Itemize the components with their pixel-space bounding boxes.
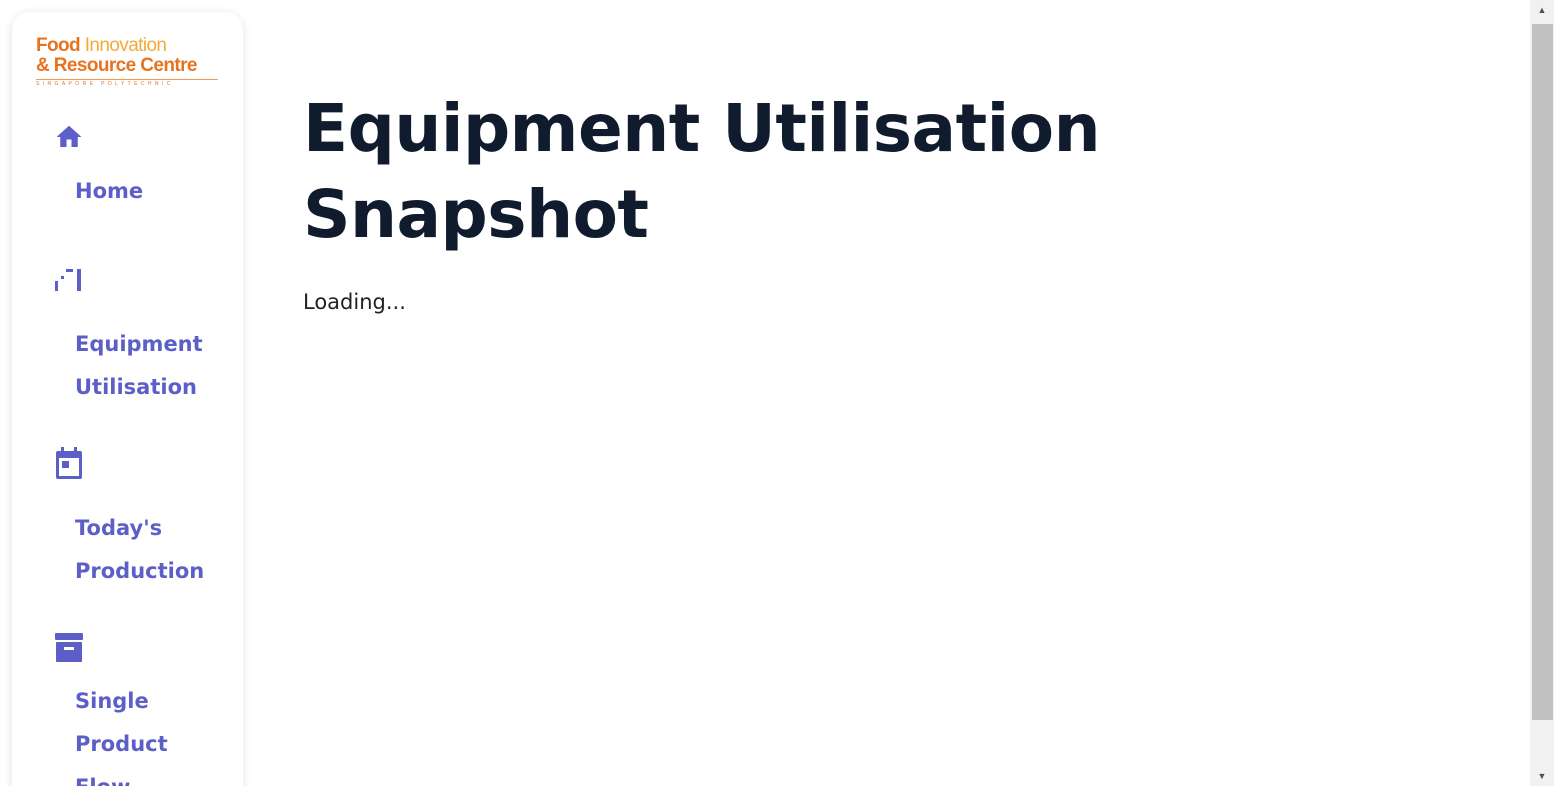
logo-word-food: Food [36,35,81,56]
sidebar-item-label: Today's Production [75,516,205,583]
sidebar-item-label: Single Product Flow [75,689,168,786]
scroll-down-arrow-icon[interactable]: ▼ [1530,766,1554,786]
sidebar-item-label: Equipment Utilisation [75,332,203,399]
logo-word-innovation: Innovation [84,35,167,56]
logo-line-2: & Resource Centre [36,55,197,76]
loading-status: Loading... [303,290,406,314]
archive-icon [54,632,84,662]
sidebar-item-single-product-flow[interactable]: Single Product Flow [12,632,243,786]
sidebar-item-home[interactable]: Home [12,122,243,217]
scrollbar-thumb[interactable] [1532,24,1553,720]
app-root: Food Innovation & Resource Centre SINGAP… [0,0,1554,786]
sidebar-item-todays-production[interactable]: Today's Production [12,447,243,587]
logo-tagline: SINGAPORE POLYTECHNIC [36,81,174,87]
page-title: Equipment Utilisation Snapshot [303,90,1101,253]
sidebar: Food Innovation & Resource Centre SINGAP… [12,12,243,786]
logo[interactable]: Food Innovation & Resource Centre SINGAP… [36,36,221,90]
scroll-up-arrow-icon[interactable]: ▲ [1530,0,1554,20]
sidebar-item-equipment-utilisation[interactable]: Equipment Utilisation [12,264,243,404]
vertical-scrollbar[interactable]: ▲ ▼ [1530,0,1554,786]
home-icon [54,122,84,152]
bar-chart-icon [54,264,84,294]
logo-divider [36,79,218,80]
calendar-icon [54,447,84,479]
logo-line-1: Food Innovation [36,35,167,56]
sidebar-item-label: Home [75,179,144,203]
